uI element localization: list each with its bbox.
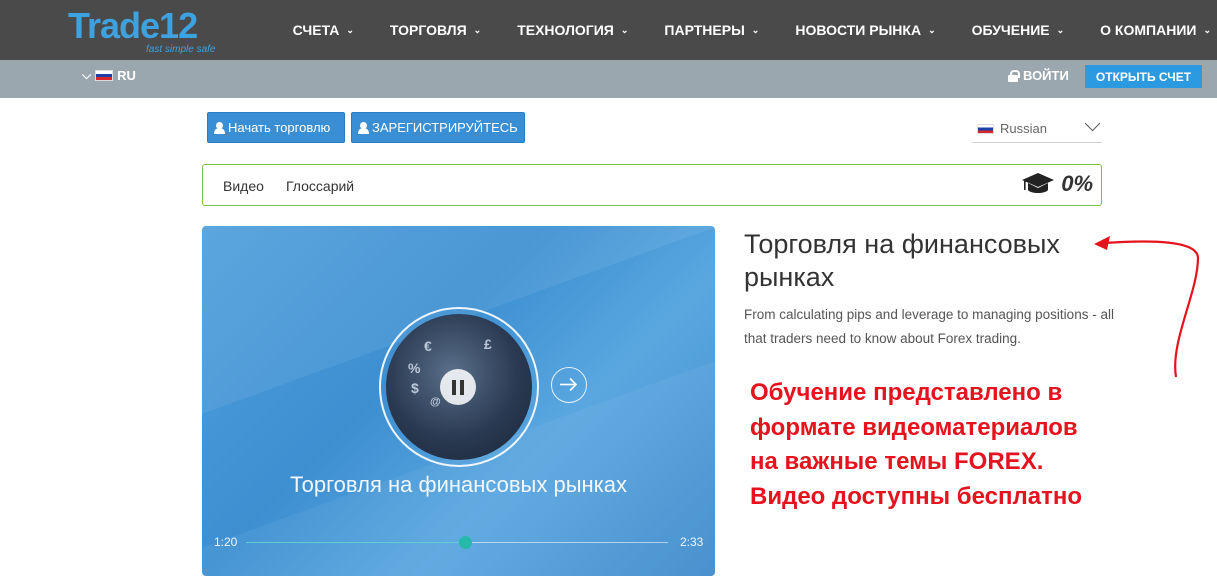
chevron-down-icon: ⌄ [620,24,629,35]
nav-label: НОВОСТИ РЫНКА [795,22,922,38]
chevron-down-icon: ⌄ [1056,24,1065,35]
annotation-text: Обучение представлено в формате видеомат… [750,376,1210,514]
nav-label: ПАРТНЕРЫ [664,22,745,38]
pound-glyph: £ [484,336,492,352]
nav-item-about[interactable]: О КОМПАНИИ ⌄ [1100,22,1211,38]
annotation-line: формате видеоматериалов [750,413,1078,441]
nav-label: ОБУЧЕНИЕ [971,22,1050,38]
video-title: Торговля на финансовых рынках [289,472,628,497]
logo-text: Trade12 [68,5,198,46]
arrow-right-icon [560,377,578,392]
russia-flag-icon [95,70,114,81]
graduation-cap-icon [1022,173,1055,193]
progress-value: 0% [1061,171,1093,196]
nav-item-accounts[interactable]: СЧЕТА ⌄ [293,22,354,38]
pause-bar [460,379,464,395]
dollar-glyph: $ [411,380,419,396]
nav-item-market-news[interactable]: НОВОСТИ РЫНКА ⌄ [795,22,935,38]
logo[interactable]: Trade12 fast simple safe [68,6,228,58]
russia-flag-icon [977,123,994,134]
seek-bar-fill [246,542,466,543]
nav-item-partners[interactable]: ПАРТНЕРЫ ⌄ [664,22,759,38]
open-account-button[interactable]: ОТКРЫТЬ СЧЕТ [1085,65,1202,88]
lesson-description: From calculating pips and leverage to ma… [744,307,1114,346]
chevron-down-icon [1084,115,1101,132]
percent-glyph: % [408,360,421,376]
logo-tagline: fast simple safe [146,44,216,55]
nav-item-technology[interactable]: ТЕХНОЛОГИЯ ⌄ [517,22,628,38]
tab-video[interactable]: Видео [223,178,264,194]
tab-glossary[interactable]: Глоссарий [286,178,354,194]
start-trading-label: Начать торговлю [228,120,331,135]
pause-bar [452,379,456,395]
nav-item-trading[interactable]: ТОРГОВЛЯ ⌄ [390,22,481,38]
chevron-down-icon: ⌵ [82,68,92,82]
annotation-line: Видео доступны бесплатно [750,482,1082,510]
top-navbar: Trade12 fast simple safe СЧЕТА ⌄ ТОРГОВЛЯ… [0,0,1217,60]
user-icon [358,121,369,134]
annotation-line: Обучение представлено в [750,379,1063,406]
course-progress: 0% [1021,171,1093,197]
chevron-down-icon: ⌄ [751,24,760,35]
at-glyph: @ [430,396,441,408]
language-dropdown[interactable]: Russian [972,115,1102,143]
next-video-button[interactable] [551,367,587,403]
chevron-down-icon: ⌄ [473,24,482,35]
time-total: 2:33 [680,535,704,549]
annotation-line: на важные темы FOREX. [750,448,1044,475]
lesson-title: Торговля на финансовых рынках [744,229,1060,292]
login-label: ВОЙТИ [1023,68,1069,83]
lock-icon [1008,69,1020,82]
course-tabs: Видео Глоссарий 0% [202,164,1102,206]
chevron-down-icon: ⌄ [928,24,936,35]
login-link[interactable]: ВОЙТИ [1008,68,1069,83]
register-label: ЗАРЕГИСТРИРУЙТЕСЬ [372,120,518,135]
pause-button[interactable] [440,369,476,405]
start-trading-button[interactable]: Начать торговлю [207,112,345,143]
chevron-down-icon: ⌄ [346,24,354,35]
main-nav: СЧЕТА ⌄ ТОРГОВЛЯ ⌄ ТЕХНОЛОГИЯ ⌄ ПАРТНЕРЫ ⌄ Н… [257,0,1211,60]
annotation-arrow [1094,236,1200,378]
chevron-down-icon: ⌄ [1203,24,1211,35]
euro-glyph: € [424,338,432,354]
secondary-bar: ⌵ RU ВОЙТИ [0,60,1217,98]
time-current: 1:20 [214,535,238,549]
language-dropdown-value: Russian [1000,121,1047,136]
language-code: RU [117,68,136,83]
nav-label: ТОРГОВЛЯ [389,22,467,38]
nav-label: О КОМПАНИИ [1100,22,1197,38]
seek-bar[interactable] [246,536,668,549]
video-player[interactable]: % € $ £ @ Торговля на финансовых рынках … [202,226,715,576]
site-language-selector[interactable]: ⌵ RU [82,68,136,83]
register-button[interactable]: ЗАРЕГИСТРИРУЙТЕСЬ [351,112,525,143]
nav-label: СЧЕТА [292,22,340,38]
user-icon [214,121,225,134]
nav-item-education[interactable]: ОБУЧЕНИЕ ⌄ [972,22,1065,38]
nav-label: ТЕХНОЛОГИЯ [517,22,614,38]
